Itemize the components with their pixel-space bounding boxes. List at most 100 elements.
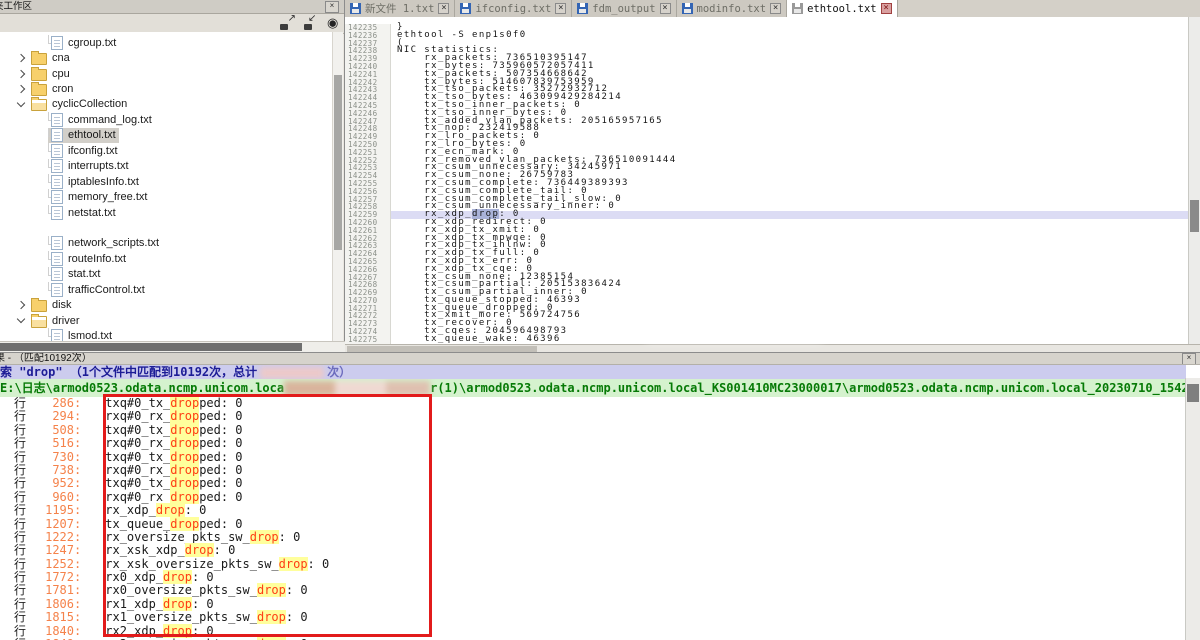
result-row[interactable]: 行1252:rx_xsk_oversize_pkts_sw_drop: 0 (0, 558, 1186, 571)
result-row[interactable]: 行508:txq#0_tx_dropped: 0 (0, 424, 1186, 437)
collapse-all-icon[interactable]: ↙ (303, 16, 320, 31)
result-row[interactable]: 行952:txq#0_tx_dropped: 0 (0, 477, 1186, 490)
tab-新文件 1.txt[interactable]: 新文件 1.txt× (345, 0, 455, 17)
results-vertical-scrollbar[interactable] (1185, 378, 1200, 640)
highlighted-match: drop (170, 423, 199, 437)
tree-item-cpu[interactable]: cpu (0, 66, 333, 81)
result-row[interactable]: 行1806:rx1_xdp_drop: 0 (0, 598, 1186, 611)
result-row[interactable]: 行286:txq#0_tx_dropped: 0 (0, 397, 1186, 410)
result-row[interactable]: 行1247:rx_xsk_xdp_drop: 0 (0, 544, 1186, 557)
result-row[interactable]: 行1815:rx1_oversize_pkts_sw_drop: 0 (0, 611, 1186, 624)
result-row[interactable]: 行294:rxq#0_rx_dropped: 0 (0, 410, 1186, 423)
search-results-panel: 果 - （匹配10192次） × 索 "drop" （1个文件中匹配到10192… (0, 352, 1200, 640)
chevron-right-icon[interactable] (17, 85, 25, 93)
highlighted-match: drop (170, 436, 199, 450)
close-tab-icon[interactable]: × (881, 3, 892, 14)
tree-horizontal-scrollbar[interactable] (0, 341, 345, 352)
result-row[interactable]: 行1772:rx0_xdp_drop: 0 (0, 571, 1186, 584)
editor-line[interactable]: 142236ethtool -S enp1s0f0 (345, 32, 1189, 40)
file-icon (51, 283, 63, 297)
tree-item-trafficControl.txt[interactable]: trafficControl.txt (0, 282, 333, 297)
tab-modinfo.txt[interactable]: modinfo.txt× (677, 0, 788, 17)
locate-file-icon[interactable]: ◉ (327, 15, 338, 30)
tree-item-label: ifconfig.txt (68, 145, 118, 157)
tree-item-cron[interactable]: cron (0, 81, 333, 96)
tree-item-iptablesInfo.txt[interactable]: iptablesInfo.txt (0, 174, 333, 189)
editor-vertical-scrollbar[interactable] (1188, 17, 1200, 344)
match-text: rx_xdp_drop: 0 (105, 504, 206, 517)
tree-item-ethtool.txt[interactable]: ethtool.txt (0, 128, 333, 143)
highlighted-match: drop (170, 463, 199, 477)
close-results-icon[interactable]: × (1182, 353, 1196, 365)
tree-item-disk[interactable]: disk (0, 297, 333, 312)
row-label: 行 (0, 464, 26, 477)
colon: : (74, 558, 81, 571)
result-row[interactable]: 行1781:rx0_oversize_pkts_sw_drop: 0 (0, 584, 1186, 597)
close-tab-icon[interactable]: × (438, 3, 449, 14)
highlighted-match: drop (250, 530, 279, 544)
tree-item-network_scripts.txt[interactable]: network_scripts.txt (0, 236, 333, 251)
chevron-down-icon[interactable] (17, 99, 25, 107)
chevron-right-icon[interactable] (17, 69, 25, 77)
result-row[interactable]: 行1840:rx2_xdp_drop: 0 (0, 625, 1186, 638)
chevron-right-icon[interactable] (17, 54, 25, 62)
expand-all-icon[interactable]: ↗ (279, 16, 296, 31)
match-line-number: 738 (26, 464, 74, 477)
scrollbar-thumb[interactable] (1187, 384, 1199, 402)
tree-item-netstat.txt[interactable]: netstat.txt (0, 205, 333, 220)
highlighted-match: drop (163, 570, 192, 584)
tree-item-label: netstat.txt (68, 207, 116, 219)
result-row[interactable]: 行738:rxq#0_rx_dropped: 0 (0, 464, 1186, 477)
scrollbar-thumb[interactable] (0, 343, 302, 351)
highlighted-match: drop (156, 503, 185, 517)
match-line-number: 1252 (26, 558, 74, 571)
match-text: rxq#0_rx_dropped: 0 (105, 410, 242, 423)
result-row[interactable]: 行1222:rx_oversize_pkts_sw_drop: 0 (0, 531, 1186, 544)
highlighted-match: drop (279, 557, 308, 571)
tree-item-interrupts.txt[interactable]: interrupts.txt (0, 159, 333, 174)
result-row[interactable]: 行1207:tx_queue_dropped: 0 (0, 518, 1186, 531)
highlighted-match: drop (170, 409, 199, 423)
tree-item-driver[interactable]: driver (0, 313, 333, 328)
result-file-path[interactable]: E:\日志\armod0523.odata.ncmp.unicom.locar(… (0, 379, 1186, 398)
close-tab-icon[interactable]: × (555, 3, 566, 14)
search-summary: 索 "drop" （1个文件中匹配到10192次，总计次） (0, 365, 1186, 379)
chevron-down-icon[interactable] (17, 315, 25, 323)
tree-item-cyclicCollection[interactable]: cyclicCollection (0, 97, 333, 112)
scrollbar-thumb[interactable] (1190, 200, 1199, 232)
tab-ifconfig.txt[interactable]: ifconfig.txt× (455, 0, 572, 17)
scrollbar-thumb[interactable] (334, 75, 342, 250)
tree-item-cgroup.txt[interactable]: cgroup.txt (0, 35, 333, 50)
tree-item-memory_free.txt[interactable]: memory_free.txt (0, 189, 333, 204)
save-icon (350, 3, 361, 14)
close-workspace-icon[interactable]: × (325, 1, 339, 13)
close-tab-icon[interactable]: × (660, 3, 671, 14)
row-label: 行 (0, 518, 26, 531)
result-row[interactable]: 行1195:rx_xdp_drop: 0 (0, 504, 1186, 517)
tree-item-label: iptablesInfo.txt (68, 176, 139, 188)
row-label: 行 (0, 437, 26, 450)
tree-item-label: command_log.txt (68, 114, 152, 126)
tab-ethtool.txt[interactable]: ethtool.txt× (787, 0, 898, 17)
tree-item-command_log.txt[interactable]: command_log.txt (0, 112, 333, 127)
row-label: 行 (0, 625, 26, 638)
tree-vertical-scrollbar[interactable] (332, 32, 343, 341)
row-label: 行 (0, 451, 26, 464)
close-tab-icon[interactable]: × (770, 3, 781, 14)
colon: : (74, 424, 81, 437)
result-row[interactable]: 行960:rxq#0_rx_dropped: 0 (0, 491, 1186, 504)
result-row[interactable]: 行730:txq#0_tx_dropped: 0 (0, 451, 1186, 464)
redaction-blur (284, 381, 430, 396)
save-icon (460, 3, 471, 14)
result-row[interactable]: 行516:rxq#0_rx_dropped: 0 (0, 437, 1186, 450)
tree-item-ifconfig.txt[interactable]: ifconfig.txt (0, 143, 333, 158)
tree-item-cna[interactable]: cna (0, 50, 333, 65)
tree-item-lsmod.txt[interactable]: lsmod.txt (0, 328, 333, 341)
match-text: rxq#0_rx_dropped: 0 (105, 491, 242, 504)
tree-item-routeInfo.txt[interactable]: routeInfo.txt (0, 251, 333, 266)
tab-fdm_output[interactable]: fdm_output× (572, 0, 676, 17)
row-label: 行 (0, 544, 26, 557)
chevron-right-icon[interactable] (17, 301, 25, 309)
folder-icon (31, 316, 47, 328)
tree-item-stat.txt[interactable]: stat.txt (0, 267, 333, 282)
